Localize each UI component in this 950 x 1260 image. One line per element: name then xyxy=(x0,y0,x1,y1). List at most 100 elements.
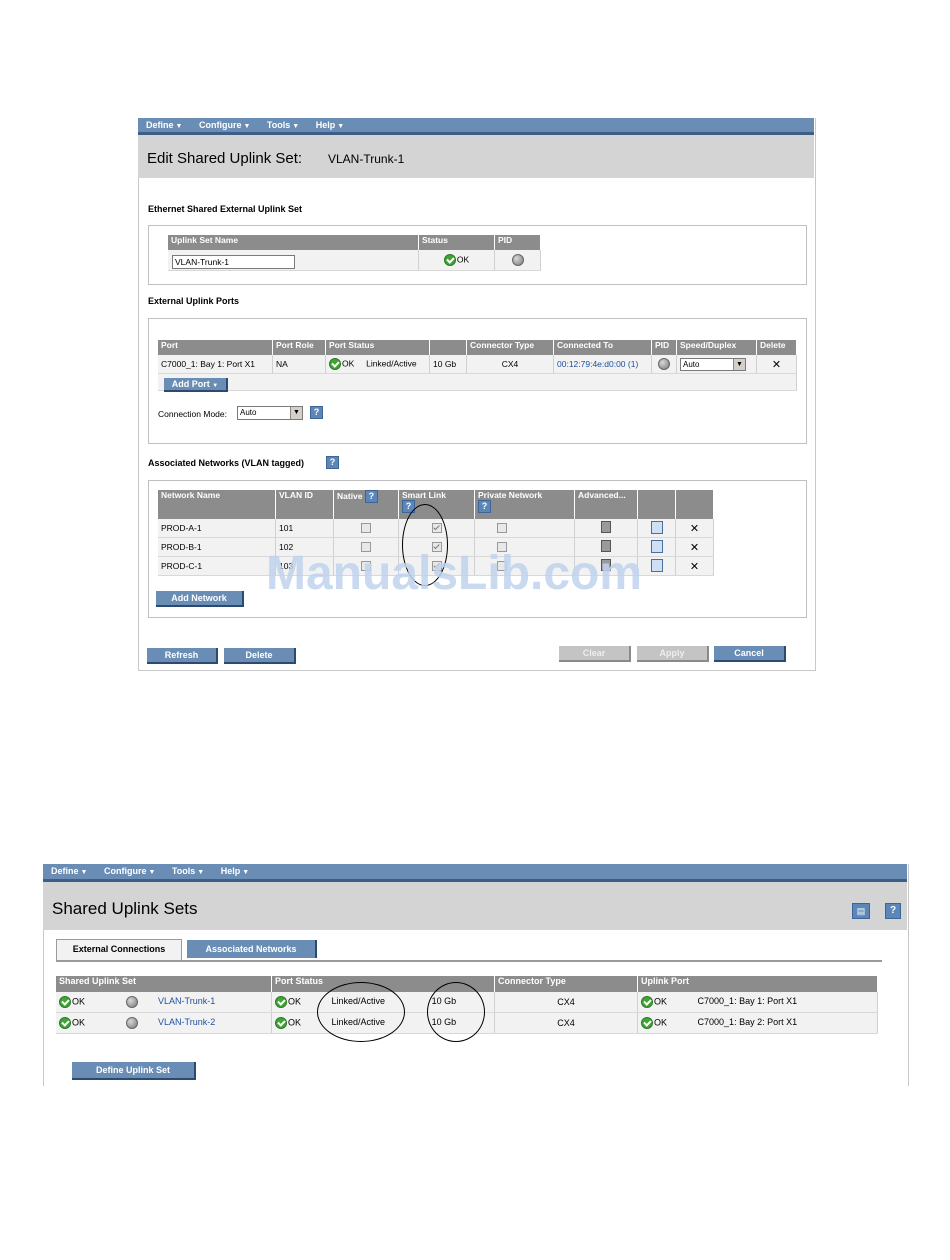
connector-type-cell: CX4 xyxy=(494,992,638,1013)
uplink-status-cell: OK xyxy=(418,250,495,271)
menu-tools[interactable]: Tools ▼ xyxy=(267,118,299,134)
edit-cell xyxy=(637,519,676,538)
col-shared-uplink-set: Shared Uplink Set xyxy=(56,976,272,992)
col-uplink-set-name: Uplink Set Name xyxy=(168,235,419,250)
tab-external-connections[interactable]: External Connections xyxy=(56,939,182,960)
cancel-button[interactable]: Cancel xyxy=(714,646,786,662)
pid-icon[interactable] xyxy=(125,1017,138,1029)
ok-icon xyxy=(59,1017,71,1029)
delete-icon[interactable]: ✕ xyxy=(690,542,699,554)
advanced-cell xyxy=(574,519,638,538)
private-network-checkbox[interactable] xyxy=(497,523,507,534)
ok-icon xyxy=(59,996,71,1008)
define-uplink-set-button[interactable]: Define Uplink Set xyxy=(72,1062,196,1080)
connected-to-cell: 00:12:79:4e:d0:00 (1) xyxy=(553,355,652,374)
clear-button[interactable]: Clear xyxy=(559,646,631,662)
native-cell xyxy=(333,519,399,538)
col-private-network: Private Network? xyxy=(474,490,575,519)
help-icon[interactable]: ? xyxy=(310,406,323,419)
remove-cell: ✕ xyxy=(675,519,714,538)
ok-icon xyxy=(275,996,287,1008)
delete-icon[interactable]: ✕ xyxy=(690,523,699,535)
ok-icon xyxy=(641,1017,653,1029)
remove-cell: ✕ xyxy=(675,556,714,576)
col-speed-duplex: Speed/Duplex xyxy=(676,340,757,355)
native-checkbox[interactable] xyxy=(361,523,371,534)
col-delete: Delete xyxy=(756,340,797,355)
edit-icon[interactable] xyxy=(650,558,663,572)
top-menubar: Define ▼ Configure ▼ Tools ▼ Help ▼ xyxy=(138,118,814,135)
connector-type-cell: CX4 xyxy=(494,1012,638,1034)
connected-to-link[interactable]: 00:12:79:4e:d0:00 (1) xyxy=(557,359,638,369)
connector-type-cell: CX4 xyxy=(466,355,554,374)
connection-mode-select[interactable]: Auto ▼ xyxy=(237,406,303,420)
help-icon[interactable]: ? xyxy=(364,490,378,503)
page-title-value: VLAN-Trunk-1 xyxy=(328,152,405,166)
menu-help[interactable]: Help ▼ xyxy=(221,864,249,880)
menu-configure[interactable]: Configure ▼ xyxy=(104,864,155,880)
print-icon[interactable]: ▤ xyxy=(852,903,870,919)
apply-button[interactable]: Apply xyxy=(637,646,709,662)
native-label: Native xyxy=(337,490,363,501)
delete-cell: ✕ xyxy=(756,355,797,374)
section-ethernet-heading: Ethernet Shared External Uplink Set xyxy=(148,204,303,214)
add-port-button[interactable]: Add Port ▼ xyxy=(164,378,228,392)
delete-button[interactable]: Delete xyxy=(224,648,296,664)
col-port-pid: PID xyxy=(651,340,677,355)
tab-associated-networks[interactable]: Associated Networks xyxy=(187,940,317,958)
add-port-label: Add Port xyxy=(171,379,210,389)
top-title-bar: Edit Shared Uplink Set: VLAN-Trunk-1 xyxy=(138,135,814,178)
smart-link-label: Smart Link xyxy=(402,490,446,500)
pid-icon[interactable] xyxy=(511,254,524,266)
menu-tools[interactable]: Tools ▼ xyxy=(172,864,204,880)
chevron-down-icon: ▼ xyxy=(212,383,219,389)
col-network-name: Network Name xyxy=(158,490,276,519)
uplink-port-cell: OK C7000_1: Bay 2: Port X1 xyxy=(637,1012,878,1034)
pid-icon[interactable] xyxy=(125,996,138,1008)
connection-mode-label: Connection Mode: xyxy=(158,409,227,419)
port-row: C7000_1: Bay 1: Port X1 NA OK Linked/Act… xyxy=(158,355,797,374)
menu-help[interactable]: Help ▼ xyxy=(316,118,344,134)
network-name-cell: PROD-A-1 xyxy=(158,519,276,538)
port-speed-cell: 10 Gb xyxy=(429,355,467,374)
menu-configure[interactable]: Configure ▼ xyxy=(199,118,250,134)
shared-uplink-cell: OK VLAN-Trunk-1 xyxy=(56,992,272,1013)
bottom-title-bar: Shared Uplink Sets ▤ ? xyxy=(43,882,907,930)
refresh-button[interactable]: Refresh xyxy=(147,648,218,664)
menu-define[interactable]: Define ▼ xyxy=(51,864,87,880)
col-native: Native ? xyxy=(333,490,399,519)
col-edit xyxy=(637,490,676,519)
watermark: ManualsLib.com xyxy=(266,547,643,600)
speed-duplex-select[interactable]: Auto ▼ xyxy=(680,357,746,371)
edit-icon[interactable] xyxy=(650,520,663,534)
speed-highlight-ellipse xyxy=(427,982,485,1042)
chevron-down-icon: ▼ xyxy=(290,407,302,419)
delete-icon[interactable]: ✕ xyxy=(772,359,781,371)
uplink-set-link[interactable]: VLAN-Trunk-2 xyxy=(158,1017,215,1027)
status-text: OK xyxy=(72,996,86,1007)
col-uplink-port: Uplink Port xyxy=(637,976,878,992)
status-text: OK xyxy=(456,254,470,265)
link-status-highlight-ellipse xyxy=(317,982,405,1042)
help-icon[interactable]: ? xyxy=(478,500,491,513)
uplink-set-link[interactable]: VLAN-Trunk-1 xyxy=(158,996,215,1006)
col-port: Port xyxy=(158,340,273,355)
status-text: OK xyxy=(288,1017,302,1028)
section-networks-heading: Associated Networks (VLAN tagged) xyxy=(148,458,305,468)
add-network-button[interactable]: Add Network xyxy=(156,591,244,607)
page-title: Shared Uplink Sets xyxy=(52,899,198,918)
help-icon[interactable]: ? xyxy=(326,456,339,469)
ok-icon xyxy=(329,358,341,370)
advanced-icon[interactable] xyxy=(601,521,611,533)
status-text: OK xyxy=(72,1017,86,1028)
help-icon[interactable]: ? xyxy=(885,903,901,919)
edit-icon[interactable] xyxy=(650,539,663,553)
uplink-set-name-input[interactable]: VLAN-Trunk-1 xyxy=(172,255,295,269)
pid-icon[interactable] xyxy=(658,358,670,370)
vlan-id-cell: 101 xyxy=(275,519,334,538)
menu-define[interactable]: Define ▼ xyxy=(146,118,182,134)
ok-icon xyxy=(275,1017,287,1029)
port-role-cell: NA xyxy=(272,355,326,374)
add-port-row xyxy=(158,373,797,391)
delete-icon[interactable]: ✕ xyxy=(690,561,699,573)
